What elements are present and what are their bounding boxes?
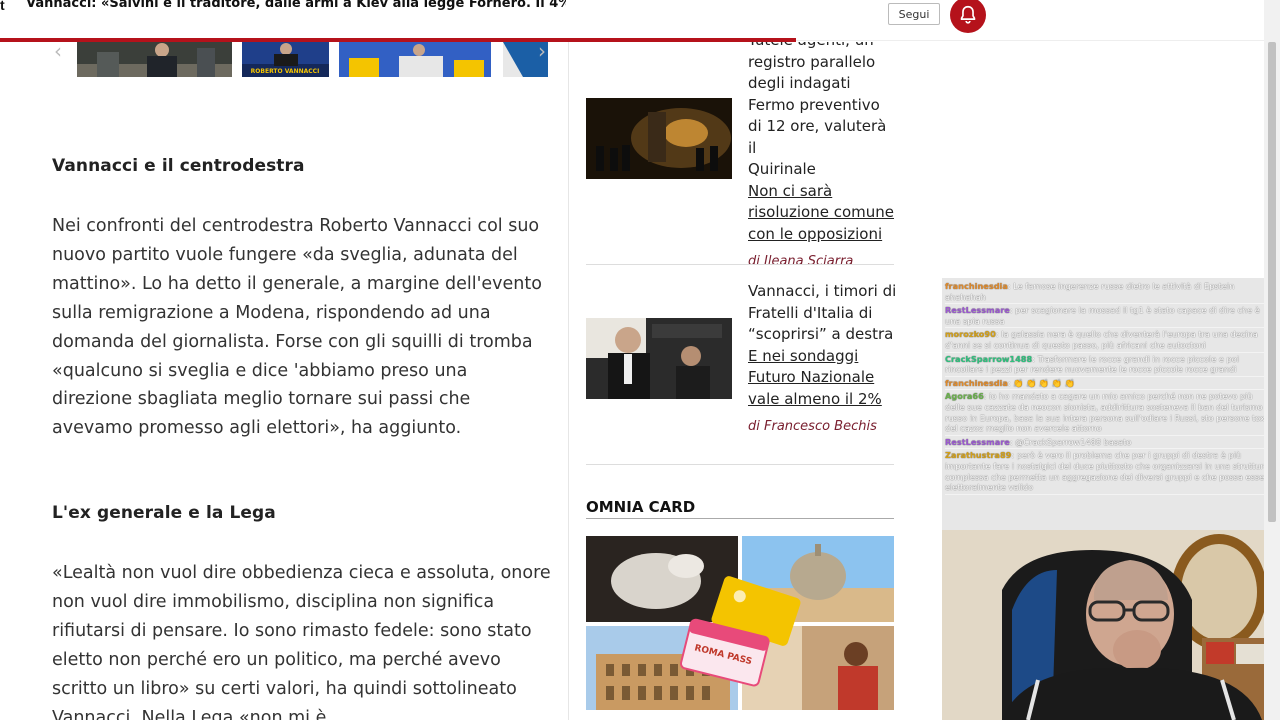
photo-gallery-strip: ‹ ROBERTO VANNACCI ›: [52, 41, 548, 78]
chat-message: Zarathustra89: però è vero il problema c…: [945, 449, 1273, 495]
card-1-author[interactable]: di Ileana Sciarra: [748, 254, 898, 269]
card-1-subtitle-line: risoluzione comune: [748, 203, 895, 221]
chat-username[interactable]: morozko90: [945, 329, 996, 339]
card-2-text[interactable]: Vannacci, i timori di Fratelli d'Italia …: [748, 281, 898, 434]
stream-chat-overlay: franchinesdia: Le famose ingerenze russe…: [942, 278, 1276, 530]
follow-button[interactable]: Segui: [888, 3, 940, 25]
card-2-title-line: Vannacci, i timori di: [748, 282, 897, 300]
page-scrollbar[interactable]: [1264, 0, 1280, 720]
chat-message: RestLessmare: per scagionare la mossad i…: [945, 304, 1273, 329]
card-2-title-line: “scoprirsi” a destra: [748, 325, 894, 343]
card-2-title-line: Fratelli d'Italia di: [748, 303, 873, 322]
card-1-subtitle-line: con le opposizioni: [748, 224, 883, 243]
card-1-text[interactable]: Tutele agenti, un registro parallelo deg…: [748, 30, 898, 269]
chat-username[interactable]: Zarathustra89: [945, 450, 1011, 460]
notification-bell-button[interactable]: [950, 0, 986, 33]
card-2-subtitle-line: Futuro Nazionale: [748, 368, 875, 386]
header-left-mark: t: [0, 0, 5, 13]
omnia-heading-rule: [586, 518, 894, 519]
chat-username[interactable]: franchinesdia: [945, 378, 1008, 388]
header-headline[interactable]: Vannacci: «Salvini è il traditore, dalle…: [26, 0, 566, 12]
gallery-thumb-1[interactable]: [77, 42, 232, 77]
card-1-title-line: degli indagati: [748, 74, 851, 92]
card-1-title-line: registro parallelo: [748, 52, 876, 71]
chat-message: Agora66: io ho mandato a cagare un mio a…: [945, 390, 1273, 436]
card-2-subtitle-line: vale almeno il 2%: [748, 389, 882, 408]
chat-username[interactable]: Agora66: [945, 391, 984, 401]
card-2-image[interactable]: [586, 318, 732, 399]
column-divider: [568, 42, 569, 720]
article-paragraph-1: Nei confronti del centrodestra Roberto V…: [52, 216, 542, 439]
card-2-author[interactable]: di Francesco Bechis: [748, 419, 898, 434]
gallery-thumb-2[interactable]: ROBERTO VANNACCI: [242, 42, 329, 77]
article-paragraph-2: «Lealtà non vuol dire obbedienza cieca e…: [52, 563, 551, 720]
reading-progress-bar: [0, 38, 797, 42]
chat-username[interactable]: RestLessmare: [945, 437, 1010, 447]
omnia-card-heading: OMNIA CARD: [586, 498, 696, 516]
card-1-subtitle-line: Non ci sarà: [748, 181, 833, 200]
card-1-title-line: di 12 ore, valuterà il: [748, 117, 887, 157]
gallery-thumb-3[interactable]: [339, 42, 491, 77]
webcam-overlay: [942, 530, 1280, 720]
chat-text: : 👏 👏 👏 👏 👏: [1007, 377, 1075, 388]
section-heading-centrodestra: Vannacci e il centrodestra: [52, 156, 305, 176]
chat-message: RestLessmare: @CrackSparrow1488 basato: [945, 436, 1273, 450]
gallery-caption: ROBERTO VANNACCI: [251, 68, 320, 75]
chat-text: : @CrackSparrow1488 basato: [1009, 436, 1132, 447]
gallery-prev-arrow-icon[interactable]: ‹: [54, 41, 64, 64]
card-1-image[interactable]: [586, 98, 732, 179]
omnia-card-collage-image[interactable]: ROMA PASS: [586, 536, 894, 710]
card-1-title-line: Quirinale: [748, 160, 816, 178]
chat-text: : io ho mandato a cagare un mio amico pe…: [945, 391, 1272, 434]
chat-username[interactable]: CrackSparrow1488: [945, 354, 1032, 364]
page-scrollbar-thumb[interactable]: [1268, 42, 1276, 522]
chat-message: franchinesdia: Le famose ingerenze russe…: [945, 280, 1273, 305]
chat-message: morozko90: la galassia nera è quello che…: [945, 328, 1273, 353]
chat-message: CrackSparrow1488: Trasformare le rocce g…: [945, 353, 1273, 377]
sidebar-separator: [586, 464, 894, 465]
card-1-title-line: Fermo preventivo: [748, 95, 880, 114]
gallery-next-arrow-icon[interactable]: ›: [538, 41, 548, 64]
section-heading-lega: L'ex generale e la Lega: [52, 503, 276, 523]
chat-username[interactable]: RestLessmare: [945, 305, 1010, 315]
sticky-header: t Vannacci: «Salvini è il traditore, dal…: [0, 0, 1264, 42]
chat-username[interactable]: franchinesdia: [945, 281, 1008, 291]
chat-message: franchinesdia: 👏 👏 👏 👏 👏: [945, 377, 1273, 391]
card-2-subtitle-line: E nei sondaggi: [748, 346, 859, 365]
webcam-feed-image: [942, 530, 1280, 720]
bell-icon: [960, 5, 976, 24]
sidebar-separator: [586, 264, 894, 265]
